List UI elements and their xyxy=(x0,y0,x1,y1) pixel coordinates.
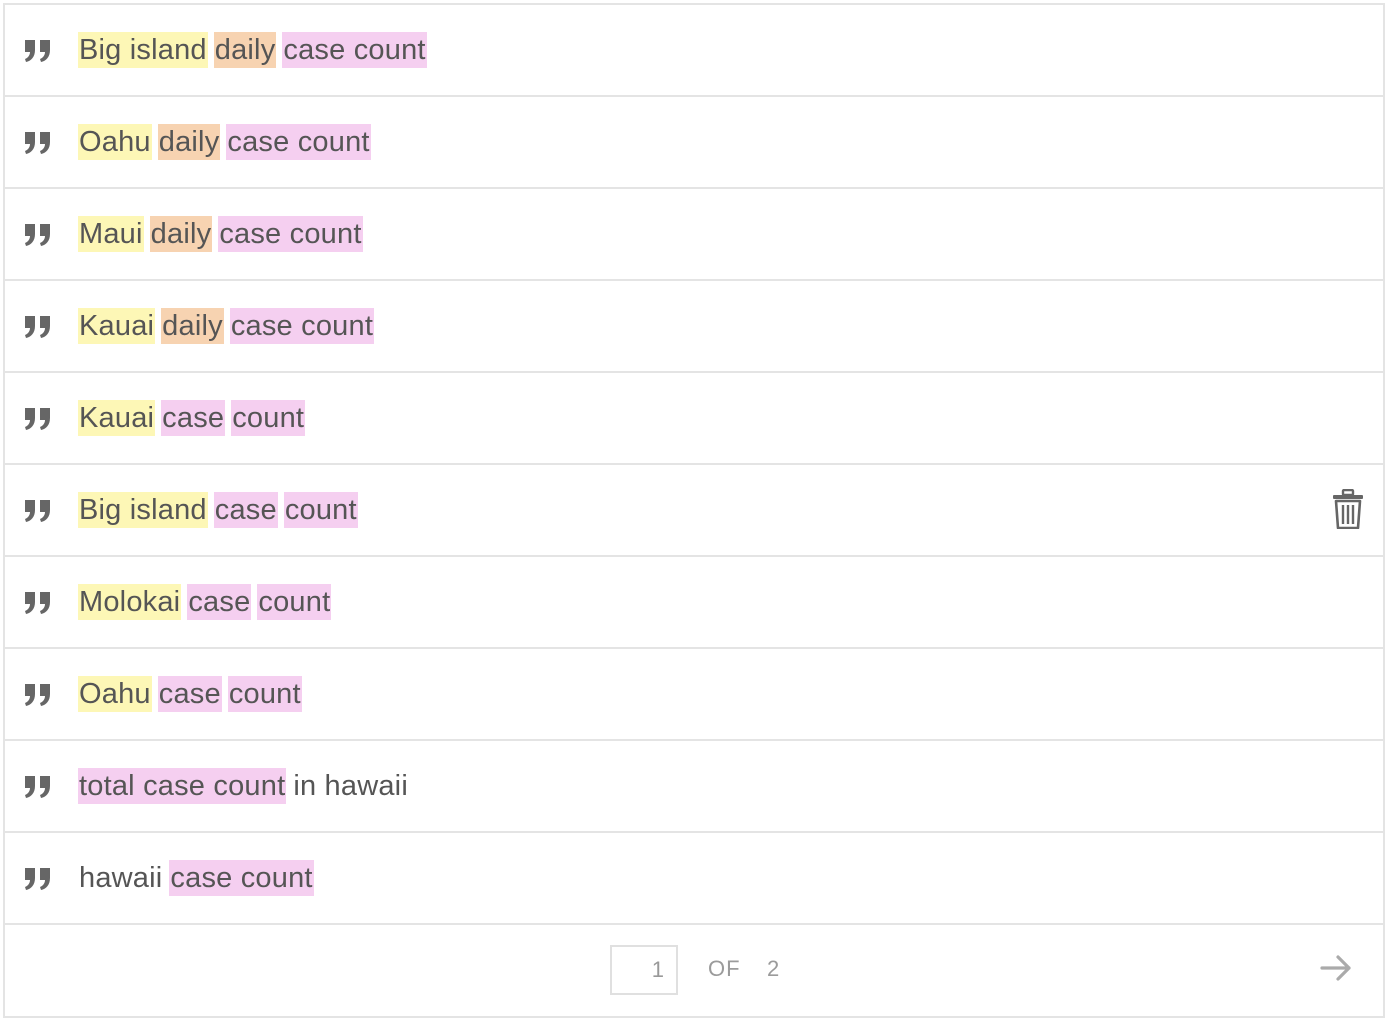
suggestion-token-plain: in hawaii xyxy=(293,770,408,802)
suggestion-token-metric: case xyxy=(161,400,226,436)
page-of-label: OF xyxy=(708,956,741,981)
quote-icon xyxy=(25,500,50,522)
quote-icon xyxy=(25,40,50,62)
suggestion-token-frequency: daily xyxy=(213,32,277,68)
suggestion-list: Big island daily case count Oahu daily case c… xyxy=(5,5,1383,925)
suggestion-row[interactable]: Kauai case count xyxy=(5,373,1383,465)
suggestion-token-metric: case xyxy=(157,676,222,712)
suggestion-row[interactable]: hawaii case count xyxy=(5,833,1383,925)
quote-icon xyxy=(25,868,50,890)
suggestion-row[interactable]: Big island daily case count xyxy=(5,5,1383,97)
suggestion-text[interactable]: Kauai case count xyxy=(78,400,311,436)
suggestion-token-metric: count xyxy=(231,400,306,436)
suggestion-row[interactable]: Kauai daily case count xyxy=(5,281,1383,373)
suggestion-row[interactable]: Oahu case count xyxy=(5,649,1383,741)
suggestion-text[interactable]: Big island case count xyxy=(78,492,364,528)
suggestion-token-location: Oahu xyxy=(78,676,152,712)
suggestion-token-metric: count xyxy=(283,492,358,528)
quote-icon xyxy=(25,776,50,798)
suggestion-token-metric: case xyxy=(187,584,252,620)
suggestion-token-metric: case count xyxy=(282,32,427,68)
suggestion-token-metric: case count xyxy=(169,860,314,896)
suggestion-token-plain: hawaii xyxy=(79,862,163,894)
suggestion-token-metric: count xyxy=(227,676,302,712)
suggestion-token-metric: case count xyxy=(229,308,375,344)
total-pages-label: 2 xyxy=(767,956,780,981)
quote-icon xyxy=(25,316,50,338)
suggestion-token-location: Big island xyxy=(78,32,208,68)
suggestion-row[interactable]: total case count in hawaii xyxy=(5,741,1383,833)
suggestion-row[interactable]: Molokai case count xyxy=(5,557,1383,649)
quote-icon xyxy=(25,592,50,614)
suggestion-token-metric: case count xyxy=(226,124,371,160)
suggestion-text[interactable]: Maui daily case count xyxy=(78,216,369,252)
suggestion-row[interactable]: Oahu daily case count xyxy=(5,97,1383,189)
suggestion-token-location: Maui xyxy=(78,216,144,252)
suggestion-list-panel: Big island daily case count Oahu daily case c… xyxy=(3,3,1385,1018)
suggestion-row[interactable]: Maui daily case count xyxy=(5,189,1383,281)
suggestion-token-location: Kauai xyxy=(78,308,156,344)
quote-icon xyxy=(25,132,50,154)
quote-icon xyxy=(25,684,50,706)
suggestion-token-location: Oahu xyxy=(78,124,152,160)
suggestion-row[interactable]: Big island case count xyxy=(5,465,1383,557)
suggestion-text[interactable]: Oahu case count xyxy=(78,676,308,712)
suggestion-text[interactable]: Big island daily case count xyxy=(78,32,433,68)
page-number-input[interactable] xyxy=(610,945,678,995)
suggestion-token-location: Kauai xyxy=(78,400,156,436)
suggestion-text[interactable]: Oahu daily case count xyxy=(78,124,377,160)
suggestion-token-metric: count xyxy=(257,584,332,620)
suggestion-token-frequency: daily xyxy=(161,308,224,344)
suggestion-token-location: Big island xyxy=(78,492,208,528)
suggestion-token-metric: case count xyxy=(218,216,363,252)
quote-icon xyxy=(25,224,50,246)
suggestion-text[interactable]: Kauai daily case count xyxy=(78,308,380,344)
suggestion-token-location: Molokai xyxy=(78,584,182,620)
suggestion-token-frequency: daily xyxy=(157,124,221,160)
suggestion-text[interactable]: Molokai case count xyxy=(78,584,337,620)
trash-icon[interactable] xyxy=(1331,489,1365,529)
suggestion-text[interactable]: hawaii case count xyxy=(78,860,320,896)
suggestion-token-frequency: daily xyxy=(149,216,213,252)
quote-icon xyxy=(25,408,50,430)
suggestion-text[interactable]: total case count in hawaii xyxy=(78,768,415,804)
suggestion-token-metric: total case count xyxy=(78,768,287,804)
suggestion-token-metric: case xyxy=(213,492,278,528)
arrow-right-icon[interactable] xyxy=(1319,951,1353,985)
pagination-bar: OF 2 xyxy=(5,925,1383,1019)
